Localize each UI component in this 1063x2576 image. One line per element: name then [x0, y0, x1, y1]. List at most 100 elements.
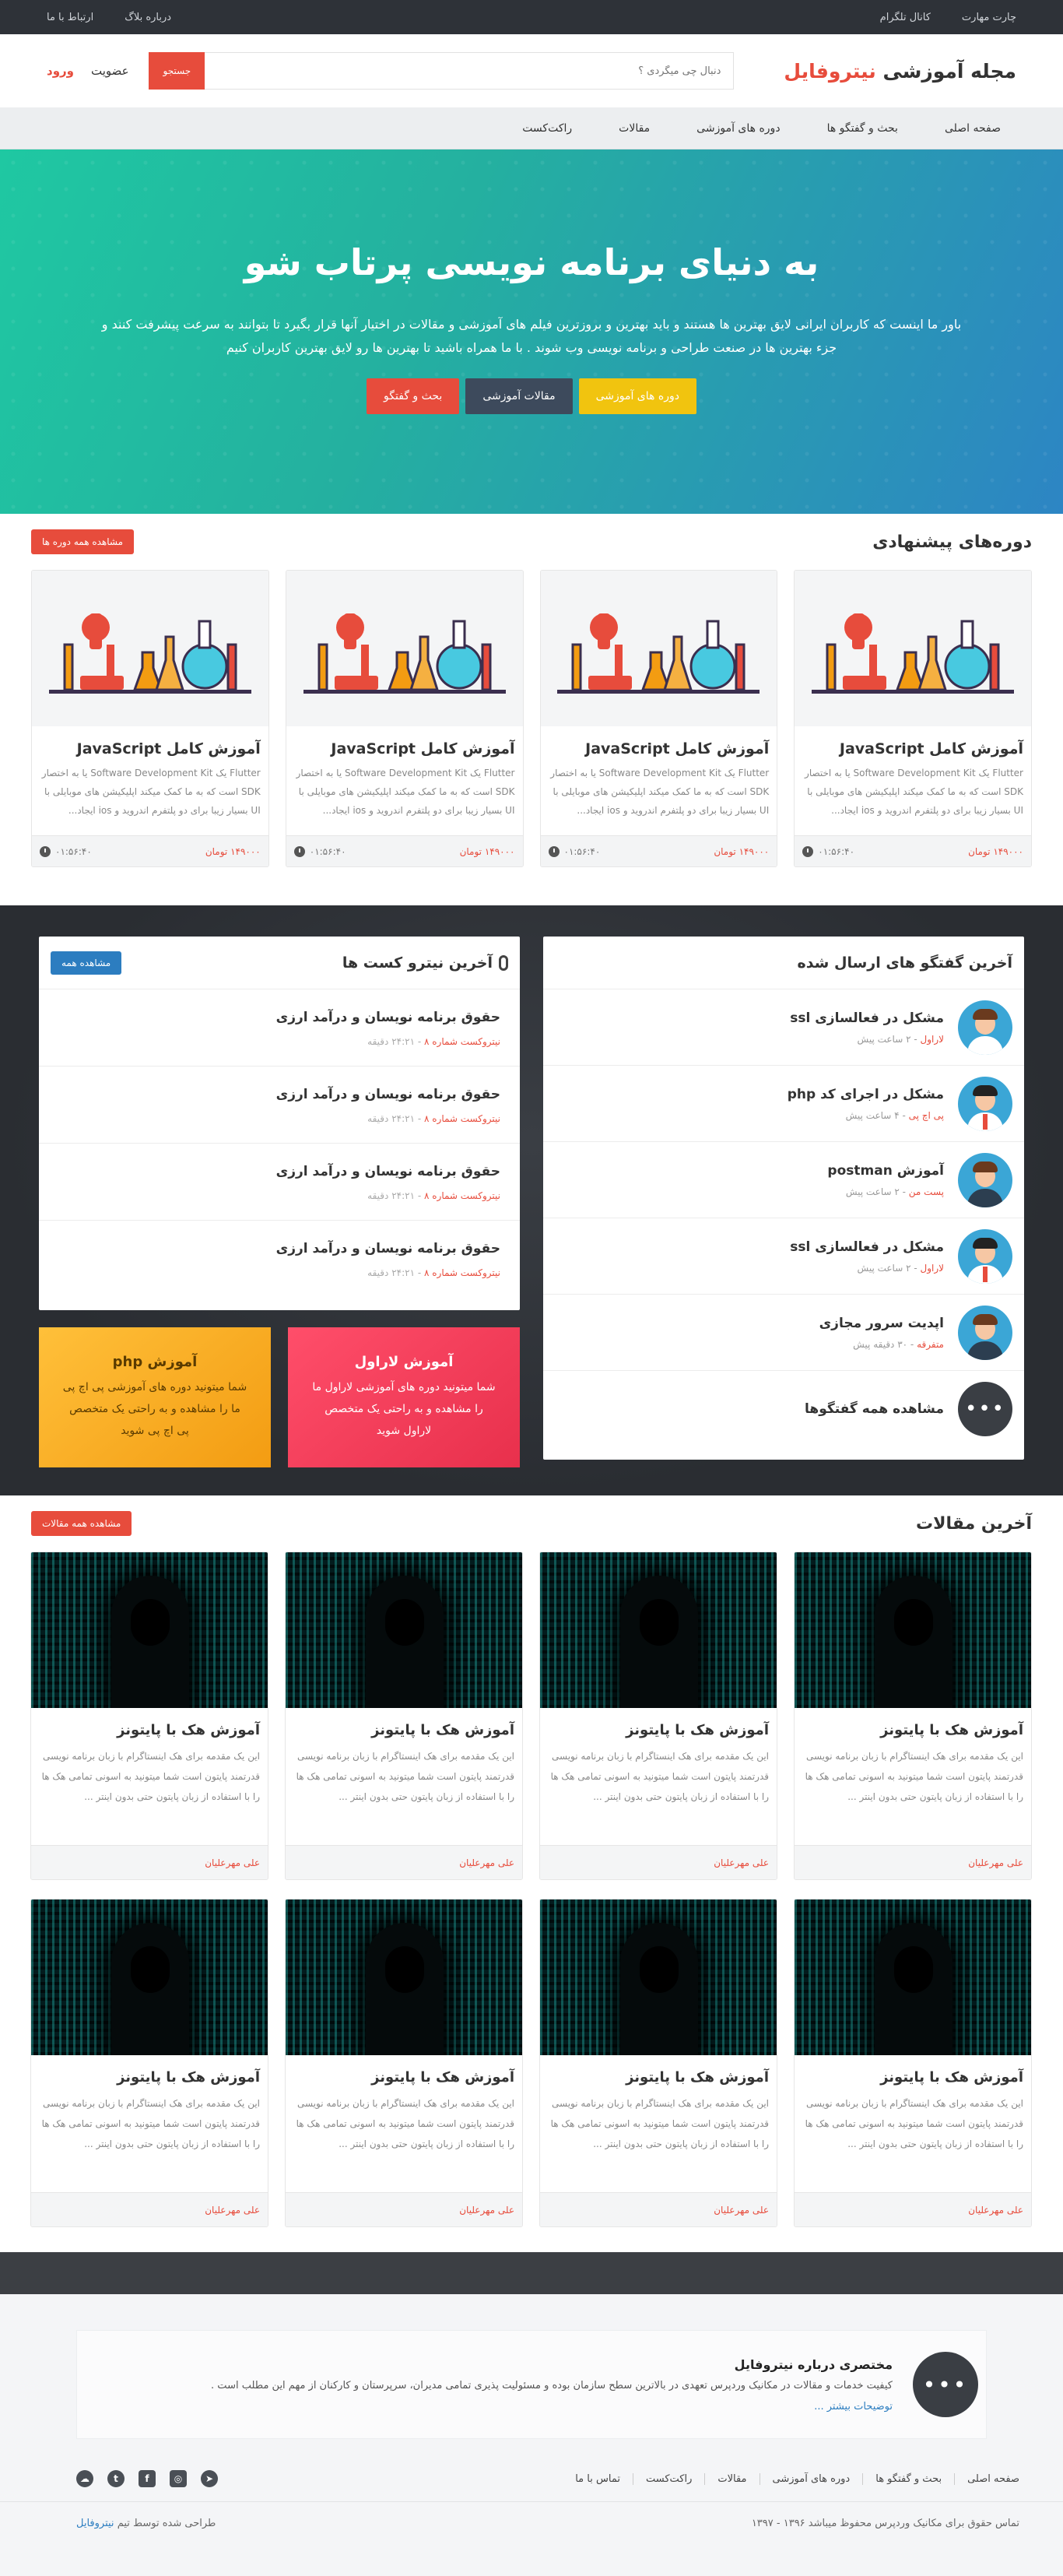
- article-author[interactable]: علی مهرعلیان: [795, 1845, 1031, 1879]
- course-title[interactable]: آموزش کامل JavaScript: [549, 740, 769, 757]
- discussion-category[interactable]: متفرقه: [917, 1339, 944, 1350]
- hero-articles-button[interactable]: مقالات آموزشی: [465, 378, 573, 414]
- footer-link-rocketcast[interactable]: راکت‌کست: [632, 2472, 704, 2485]
- course-title[interactable]: آموزش کامل JavaScript: [40, 740, 261, 757]
- twitter-icon[interactable]: t: [107, 2470, 125, 2487]
- discussion-title[interactable]: آموزش postman: [827, 1163, 944, 1179]
- article-card[interactable]: آموزش هک با پایتونز این یک مقدمه برای هک …: [794, 1552, 1032, 1880]
- discussion-title[interactable]: مشکل در اجرای کد php: [788, 1087, 944, 1102]
- nav-item-discussions[interactable]: بحث و گفتگو ها: [804, 122, 921, 135]
- discussion-item[interactable]: آموزش postman پست من - ۲ ساعت پیش: [543, 1142, 1024, 1218]
- promo-laravel[interactable]: آموزش لاراول شما میتونید دوره های آموزشی…: [288, 1327, 520, 1467]
- article-author[interactable]: علی مهرعلیان: [286, 2192, 522, 2226]
- article-title[interactable]: آموزش هک با پایتونز: [802, 1722, 1023, 1738]
- top-link-about[interactable]: درباره بلاگ: [125, 12, 171, 23]
- podcast-title[interactable]: حقوق برنامه نویسان و درآمد ارزی: [58, 1010, 500, 1025]
- signup-link[interactable]: عضویت: [91, 64, 129, 78]
- discussion-item[interactable]: مشکل در اجرای کد php پی اچ پی - ۴ ساعت پی…: [543, 1066, 1024, 1142]
- article-title[interactable]: آموزش هک با پایتونز: [293, 2069, 514, 2086]
- course-card[interactable]: آموزش کامل JavaScript Flutter یک Softwar…: [31, 570, 269, 867]
- article-title[interactable]: آموزش هک با پایتونز: [39, 1722, 260, 1738]
- course-card[interactable]: آموزش کامل JavaScript Flutter یک Softwar…: [794, 570, 1032, 867]
- podcast-item[interactable]: حقوق برنامه نویسان و درآمد ارزی نیتروکست …: [39, 1221, 520, 1298]
- courses-view-all-button[interactable]: مشاهده همه دوره ها: [31, 529, 135, 554]
- article-card[interactable]: آموزش هک با پایتونز این یک مقدمه برای هک …: [30, 1899, 268, 2227]
- article-title[interactable]: آموزش هک با پایتونز: [548, 2069, 769, 2086]
- telegram-icon[interactable]: ➤: [201, 2470, 218, 2487]
- discussions-view-all-label[interactable]: مشاهده همه گفتگوها: [805, 1401, 944, 1417]
- article-thumbnail: [286, 1899, 522, 2055]
- article-thumbnail: [31, 1552, 268, 1708]
- course-card[interactable]: آموزش کامل JavaScript Flutter یک Softwar…: [539, 570, 778, 867]
- top-link-telegram[interactable]: کانال تلگرام: [880, 12, 931, 23]
- article-author[interactable]: علی مهرعلیان: [795, 2192, 1031, 2226]
- hero-discuss-button[interactable]: بحث و گفتگو: [367, 378, 460, 414]
- course-card[interactable]: آموزش کامل JavaScript Flutter یک Softwar…: [285, 570, 524, 867]
- credit-brand-link[interactable]: نیتروفایل: [76, 2518, 114, 2529]
- discussion-item[interactable]: مشکل در فعالسازی ssl لاراول - ۲ ساعت پیش: [543, 1218, 1024, 1295]
- nav-item-home[interactable]: صفحه اصلی: [921, 122, 1016, 135]
- discussion-category[interactable]: پست من: [909, 1186, 944, 1197]
- soundcloud-icon[interactable]: ☁: [76, 2470, 93, 2487]
- article-card[interactable]: آموزش هک با پایتونز این یک مقدمه برای هک …: [794, 1899, 1032, 2227]
- top-link-contact[interactable]: ارتباط با ما: [47, 12, 93, 23]
- discussion-category[interactable]: پی اچ پی: [909, 1110, 944, 1121]
- article-author[interactable]: علی مهرعلیان: [286, 1845, 522, 1879]
- footer-link-contact[interactable]: تماس با ما: [563, 2473, 633, 2485]
- article-title[interactable]: آموزش هک با پایتونز: [802, 2069, 1023, 2086]
- course-price: ۱۴۹۰۰۰ تومان: [459, 845, 515, 857]
- nav-item-articles[interactable]: مقالات: [595, 122, 673, 135]
- articles-view-all-button[interactable]: مشاهده همه مقالات: [31, 1511, 132, 1536]
- article-card[interactable]: آموزش هک با پایتونز این یک مقدمه برای هک …: [30, 1552, 268, 1880]
- article-author[interactable]: علی مهرعلیان: [540, 1845, 777, 1879]
- promo-laravel-text: شما میتونید دوره های آموزشی لاراول ما را…: [312, 1380, 496, 1437]
- podcast-title[interactable]: حقوق برنامه نویسان و درآمد ارزی: [58, 1087, 500, 1102]
- footer-link-courses[interactable]: دوره های آموزشی: [759, 2472, 863, 2485]
- article-card[interactable]: آموزش هک با پایتونز این یک مقدمه برای هک …: [539, 1899, 777, 2227]
- top-link-skill-chart[interactable]: چارت مهارت: [962, 12, 1016, 23]
- article-author[interactable]: علی مهرعلیان: [540, 2192, 777, 2226]
- article-author[interactable]: علی مهرعلیان: [31, 2192, 268, 2226]
- nav-item-courses[interactable]: دوره های آموزشی: [673, 122, 803, 135]
- article-excerpt: این یک مقدمه برای هک اینستاگرام با زبان …: [296, 2098, 514, 2149]
- podcast-item[interactable]: حقوق برنامه نویسان و درآمد ارزی نیتروکست …: [39, 1144, 520, 1221]
- discussion-item[interactable]: اپدیت سرور مجازی متفرقه - ۳۰ دقیقه پیش: [543, 1295, 1024, 1371]
- search-button[interactable]: جستجو: [149, 52, 205, 90]
- discussion-title[interactable]: مشکل در فعالسازی ssl: [790, 1010, 944, 1026]
- discussion-category[interactable]: لاراول: [921, 1034, 945, 1045]
- hero-courses-button[interactable]: دوره های آموزشی: [578, 378, 696, 414]
- podcast-item[interactable]: حقوق برنامه نویسان و درآمد ارزی نیتروکست …: [39, 989, 520, 1067]
- course-thumbnail: [795, 571, 1031, 726]
- course-desc: Flutter یک Software Development Kit یا ب…: [41, 768, 261, 816]
- discussion-title[interactable]: مشکل در فعالسازی ssl: [790, 1239, 944, 1255]
- podcast-item[interactable]: حقوق برنامه نویسان و درآمد ارزی نیتروکست …: [39, 1067, 520, 1144]
- site-logo[interactable]: مجله آموزشی نیتروفایل: [784, 60, 1016, 83]
- nav-item-rocketcast[interactable]: راکت‌کست: [499, 122, 595, 135]
- discussion-title[interactable]: اپدیت سرور مجازی: [819, 1316, 944, 1331]
- discussion-category[interactable]: لاراول: [921, 1263, 945, 1274]
- course-title[interactable]: آموزش کامل JavaScript: [294, 740, 514, 757]
- login-link[interactable]: ورود: [47, 64, 74, 78]
- article-card[interactable]: آموزش هک با پایتونز این یک مقدمه برای هک …: [285, 1552, 523, 1880]
- course-title[interactable]: آموزش کامل JavaScript: [802, 740, 1023, 757]
- promo-php[interactable]: آموزش php شما میتونید دوره های آموزشی پی…: [39, 1327, 271, 1467]
- article-card[interactable]: آموزش هک با پایتونز این یک مقدمه برای هک …: [539, 1552, 777, 1880]
- footer-link-discussions[interactable]: بحث و گفتگو ها: [862, 2472, 954, 2485]
- podcasts-view-all-button[interactable]: مشاهده همه: [51, 951, 122, 975]
- article-title[interactable]: آموزش هک با پایتونز: [293, 1722, 514, 1738]
- discussion-item[interactable]: مشکل در فعالسازی ssl لاراول - ۲ ساعت پیش: [543, 989, 1024, 1066]
- article-title[interactable]: آموزش هک با پایتونز: [39, 2069, 260, 2086]
- discussions-view-all[interactable]: ••• مشاهده همه گفتگوها: [543, 1371, 1024, 1447]
- podcast-title[interactable]: حقوق برنامه نویسان و درآمد ارزی: [58, 1241, 500, 1256]
- facebook-icon[interactable]: f: [139, 2470, 156, 2487]
- podcast-title[interactable]: حقوق برنامه نویسان و درآمد ارزی: [58, 1164, 500, 1179]
- footer-about-more-link[interactable]: توضیحات بیشتر ...: [211, 2401, 893, 2413]
- footer-link-articles[interactable]: مقالات: [704, 2472, 759, 2485]
- article-title[interactable]: آموزش هک با پایتونز: [548, 1722, 769, 1738]
- instagram-icon[interactable]: ◎: [170, 2470, 187, 2487]
- footer-link-home[interactable]: صفحه اصلی: [954, 2472, 1019, 2485]
- promo-php-text: شما میتونید دوره های آموزشی پی اچ پی ما …: [62, 1380, 247, 1437]
- article-card[interactable]: آموزش هک با پایتونز این یک مقدمه برای هک …: [285, 1899, 523, 2227]
- article-author[interactable]: علی مهرعلیان: [31, 1845, 268, 1879]
- search-input[interactable]: [205, 52, 735, 90]
